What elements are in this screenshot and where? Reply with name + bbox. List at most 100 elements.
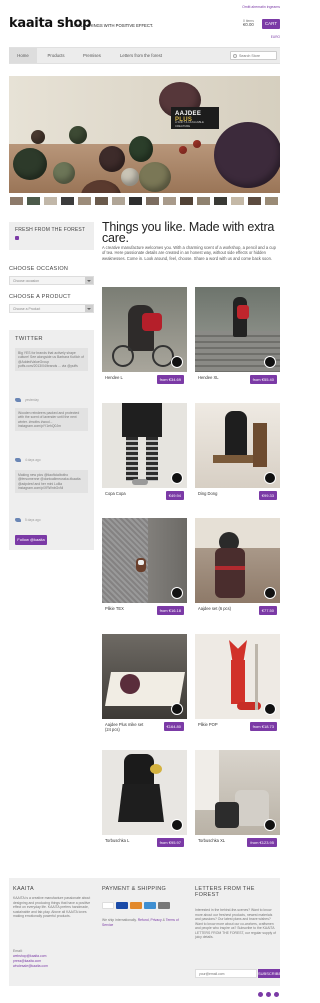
nav-products[interactable]: Products [39, 48, 73, 63]
product-name[interactable]: Hendee XL [198, 375, 238, 381]
amex-icon [144, 902, 156, 909]
nav-premises[interactable]: Premises [75, 48, 109, 63]
facebook-icon[interactable] [258, 992, 263, 997]
product-sticker-icon [264, 472, 276, 484]
thumbnail[interactable] [128, 196, 143, 206]
fresh-title: FRESH FROM THE FOREST [15, 227, 86, 233]
currency-selector[interactable]: EURO [271, 35, 280, 39]
product-card[interactable]: Aajdee Plus mike set (24 pcs) €164.80 [102, 634, 187, 741]
thumbnail[interactable] [179, 196, 194, 206]
thumbnail[interactable] [213, 196, 228, 206]
product-name[interactable]: Aajdee set (6 pcs) [198, 606, 238, 612]
search-icon [233, 53, 237, 58]
product-image[interactable] [195, 518, 280, 603]
product-card[interactable]: Plikie POP from €18.73 [195, 634, 280, 741]
nav-home[interactable]: Home [9, 48, 37, 63]
pouf-image [193, 140, 201, 148]
product-card[interactable]: Hendee XL from €55.40 [195, 287, 280, 394]
thumbnail[interactable] [77, 196, 92, 206]
main-nav: Home Products Premises Letters from the … [9, 47, 280, 64]
thumbnail[interactable] [145, 196, 160, 206]
product-price[interactable]: from €34.69 [156, 375, 184, 384]
product-name[interactable]: Torbuschka XL [198, 838, 238, 844]
maestro-icon [158, 902, 170, 909]
product-image[interactable] [195, 634, 280, 719]
product-name[interactable]: Hendee L [105, 375, 145, 381]
tweet[interactable]: Wooden reindeers packed and protected wi… [15, 408, 88, 432]
thumbnail[interactable] [43, 196, 58, 206]
tweet[interactable]: Big YES for brands that actively shape c… [15, 348, 88, 372]
product-card[interactable]: Ding Dong €99.33 [195, 403, 280, 510]
thumbnail[interactable] [247, 196, 262, 206]
product-image[interactable] [102, 287, 187, 372]
product-card[interactable]: Aajdee set (6 pcs) €77.50 [195, 518, 280, 625]
product-name[interactable]: Torbuschka L [105, 838, 145, 844]
product-price[interactable]: from €55.40 [249, 375, 277, 384]
footer-email-webshop[interactable]: webshop@kaaita.com [13, 954, 46, 959]
newsletter-email-input[interactable] [196, 970, 254, 977]
thumbnail[interactable] [196, 196, 211, 206]
product-name[interactable]: Plikie POP [198, 722, 238, 728]
product-name[interactable]: Aajdee Plus mike set (24 pcs) [105, 722, 145, 732]
twitter-bird-icon [15, 398, 21, 402]
follow-button[interactable]: Follow @kaaita [15, 535, 47, 545]
product-price[interactable]: €99.33 [258, 491, 277, 500]
hero-banner[interactable]: AAJDEE PLUS A SOFT & HUGGABLE CREATURE [9, 76, 280, 193]
product-price[interactable]: €164.80 [163, 722, 184, 731]
product-image[interactable] [102, 634, 187, 719]
product-price[interactable]: from €123.95 [247, 838, 277, 847]
paypal-icon [102, 902, 114, 909]
product-card[interactable]: Plikie TEX from €16.18 [102, 518, 187, 625]
product-image[interactable] [195, 287, 280, 372]
search-box[interactable] [230, 51, 277, 60]
product-name[interactable]: Plikie TEX [105, 606, 145, 612]
product-card[interactable]: Hendee L from €34.69 [102, 287, 187, 394]
tweet[interactable]: Making new pics @tiaoficialbotho @fersom… [15, 470, 88, 494]
product-image[interactable] [195, 403, 280, 488]
product-card[interactable]: Torbuschka XL from €123.95 [195, 750, 280, 857]
product-sticker-icon [264, 587, 276, 599]
product-name[interactable]: Ding Dong [198, 491, 238, 497]
thumbnail[interactable] [230, 196, 245, 206]
footer-email-press[interactable]: press@kaaita.com [13, 959, 41, 964]
tweet-time: 5 days ago [25, 518, 41, 522]
privacy-link[interactable]: Privacy [151, 918, 162, 922]
product-card[interactable]: Torbuschka L from €95.97 [102, 750, 187, 857]
instagram-icon[interactable] [274, 992, 279, 997]
footer-about-text: KAAITA is a creative manufacture passion… [13, 896, 91, 918]
refund-link[interactable]: Refund [138, 918, 149, 922]
rss-icon[interactable] [15, 235, 19, 240]
signin-link[interactable]: Omitt alrematin ingeams [242, 5, 280, 9]
thumbnail[interactable] [26, 196, 41, 206]
product-price[interactable]: €49.94 [165, 491, 184, 500]
thumbnail[interactable] [60, 196, 75, 206]
thumbnail[interactable] [111, 196, 126, 206]
footer-email-wholesale[interactable]: wholesale@kaaita.com [13, 964, 48, 969]
thumbnail[interactable] [162, 196, 177, 206]
thumbnail[interactable] [264, 196, 279, 206]
product-image[interactable] [102, 750, 187, 835]
visa-icon [116, 902, 128, 909]
product-image[interactable] [102, 403, 187, 488]
occasion-select-value: Choose occasion [13, 278, 40, 283]
footer-letters-heading: LETTERS FROM THE FOREST [195, 886, 255, 898]
nav-letters[interactable]: Letters from the forest [113, 48, 169, 63]
product-price[interactable]: from €18.73 [249, 722, 277, 731]
thumbnail[interactable] [9, 196, 24, 206]
product-image[interactable] [102, 518, 187, 603]
cart-button[interactable]: CART [262, 19, 280, 29]
thumbnail[interactable] [94, 196, 109, 206]
twitter-icon[interactable] [266, 992, 271, 997]
product-price[interactable]: €77.50 [258, 606, 277, 615]
subscribe-button[interactable]: SUBSCRIBE [258, 969, 281, 978]
occasion-select[interactable]: Choose occasion [9, 276, 94, 285]
product-select[interactable]: Choose a Product [9, 304, 94, 313]
fresh-from-forest-box[interactable]: FRESH FROM THE FOREST [9, 222, 94, 250]
cart-summary[interactable]: 0 items €0.00 [243, 19, 254, 27]
product-price[interactable]: from €16.18 [156, 606, 184, 615]
product-card[interactable]: Copa Copa €49.94 [102, 403, 187, 510]
product-image[interactable] [195, 750, 280, 835]
newsletter-email-field[interactable] [195, 969, 257, 978]
product-price[interactable]: from €95.97 [156, 838, 184, 847]
product-name[interactable]: Copa Copa [105, 491, 145, 497]
